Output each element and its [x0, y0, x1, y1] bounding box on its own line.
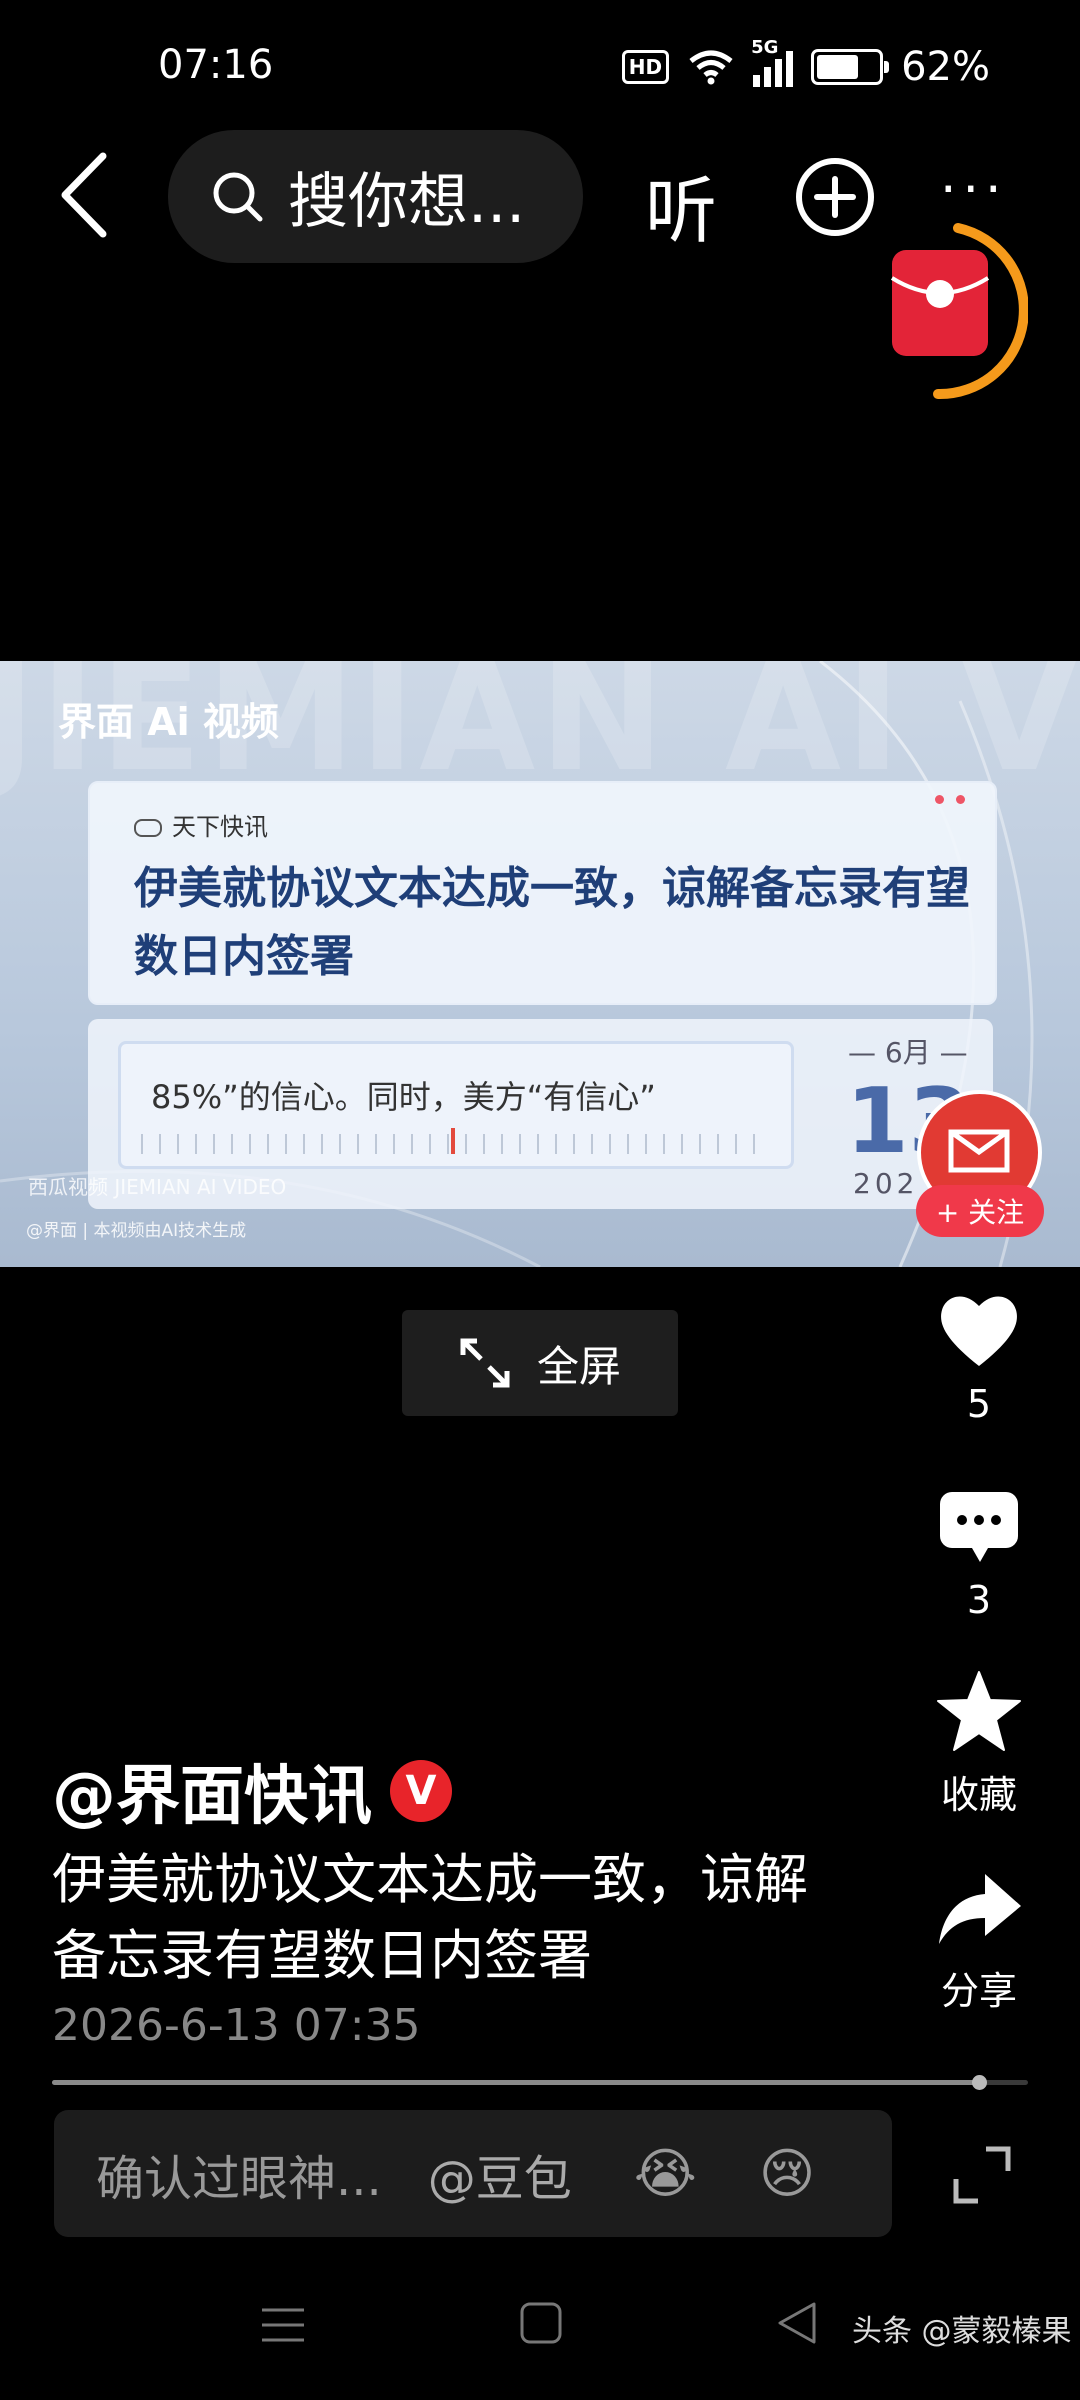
post-description: 伊美就协议文本达成一致，谅解备忘录有望数日内签署	[52, 1848, 808, 1987]
comment-count: 3	[966, 1578, 992, 1622]
follow-button[interactable]: + 关注	[916, 1185, 1044, 1237]
comment-input[interactable]: 确认过眼神... @豆包 😭 😢	[54, 2110, 892, 2237]
share-label: 分享	[940, 1969, 1017, 2013]
subtitle-box: 85%”的信心。同时，美方“有信心”	[118, 1041, 794, 1169]
expand-arrows-icon	[460, 1338, 510, 1388]
ai-generated-note: @界面 | 本视频由AI技术生成	[26, 1221, 247, 1241]
add-plus-icon[interactable]	[793, 155, 877, 239]
author-name-row[interactable]: @界面快讯 V	[52, 1745, 452, 1837]
teary-emoji[interactable]: 😢	[759, 2142, 815, 2205]
search-bar[interactable]: 搜你想...	[168, 130, 583, 263]
share-arrow-icon	[939, 1874, 1021, 1944]
mention-doubao[interactable]: @豆包	[428, 2139, 572, 2209]
video-player[interactable]: JIEMIAN AI VIDEO 界面 Ai 视频 天下快讯 伊美就协议文本达成…	[0, 661, 1080, 1267]
progress-knob[interactable]	[972, 2075, 988, 2090]
video-brand-logo: 界面 Ai 视频	[58, 700, 279, 744]
card-window-dots	[935, 795, 965, 804]
battery-icon	[811, 49, 890, 85]
timeline-marker	[451, 1128, 455, 1154]
comment-placeholder: 确认过眼神...	[96, 2150, 382, 2207]
battery-fill	[817, 55, 858, 79]
comment-bubble-icon	[940, 1492, 1018, 1562]
progress-fill	[52, 2080, 980, 2085]
news-headline: 伊美就协议文本达成一致，谅解备忘录有望数日内签署	[134, 863, 970, 982]
like-count: 5	[966, 1382, 992, 1426]
status-icons: HD 5G 62%	[621, 37, 990, 90]
star-icon	[937, 1671, 1021, 1751]
news-tag: 天下快讯	[134, 807, 268, 842]
author-name[interactable]: @界面快讯	[52, 1745, 372, 1837]
share-button[interactable]: 分享	[909, 1870, 1049, 2015]
expand-icon[interactable]	[950, 2143, 1014, 2207]
post-timestamp: 2026-6-13 07:35	[52, 2000, 421, 2051]
back-arrow-icon[interactable]	[55, 150, 115, 240]
back-nav-icon[interactable]	[774, 2300, 820, 2346]
search-placeholder: 搜你想...	[288, 167, 526, 237]
hd-icon: HD	[621, 50, 670, 84]
comment-button[interactable]: 3	[909, 1490, 1049, 1622]
fullscreen-label: 全屏	[536, 1341, 621, 1391]
timeline-ticks	[141, 1134, 771, 1154]
home-nav-icon[interactable]	[518, 2300, 564, 2346]
network-type: 5G	[751, 37, 779, 58]
menu-nav-icon[interactable]	[258, 2300, 308, 2350]
more-menu-button[interactable]: ···	[940, 160, 1008, 220]
laugh-cry-emoji[interactable]: 😭	[634, 2142, 697, 2205]
red-envelope-icon[interactable]	[888, 222, 1028, 402]
tag-toggle-icon	[134, 819, 162, 837]
news-card: 天下快讯 伊美就协议文本达成一致，谅解备忘录有望数日内签署	[88, 781, 997, 1005]
verified-badge: V	[390, 1760, 452, 1822]
favorite-button[interactable]: 收藏	[909, 1670, 1049, 1819]
like-button[interactable]: 5	[909, 1290, 1049, 1426]
search-icon	[213, 172, 263, 221]
status-time: 07:16	[158, 42, 274, 88]
date-month: — 6月 —	[848, 1036, 968, 1069]
date-year: 202	[853, 1167, 919, 1200]
wifi-icon	[689, 50, 733, 85]
fullscreen-button[interactable]: 全屏	[402, 1310, 678, 1416]
video-subtitle: 85%”的信心。同时，美方“有信心”	[151, 1078, 656, 1116]
favorite-label: 收藏	[940, 1773, 1017, 1817]
heart-icon	[941, 1296, 1017, 1366]
listen-button[interactable]: 听	[645, 152, 717, 257]
video-source-logo: 西瓜视频 JIEMIAN AI VIDEO	[28, 1175, 287, 1199]
watermark-credit: 头条 @蒙毅榛果	[852, 2314, 1072, 2349]
signal-icon: 5G	[751, 37, 794, 87]
video-progress-bar[interactable]	[52, 2075, 1028, 2090]
battery-percent: 62%	[901, 44, 990, 90]
